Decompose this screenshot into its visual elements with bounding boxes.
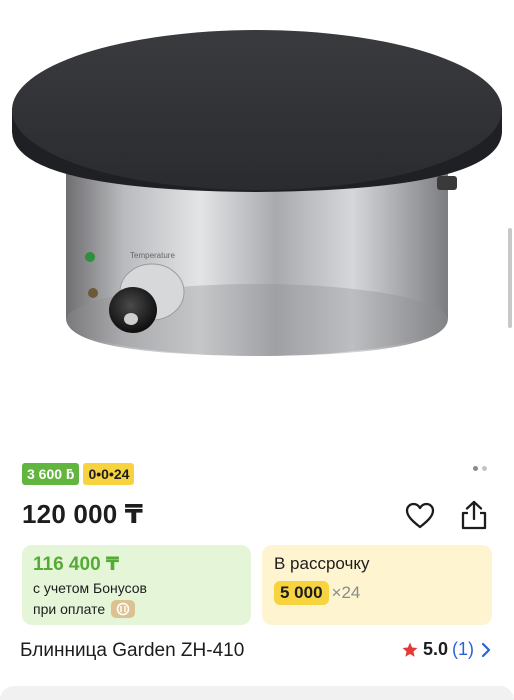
bonus-note: с учетом Бонусов	[33, 580, 147, 596]
bonus-badge: 3 600 ƃ	[22, 463, 80, 485]
share-icon	[461, 500, 487, 530]
svg-text:Temperature: Temperature	[130, 251, 175, 260]
installment-title: В рассрочку	[274, 554, 370, 573]
product-title-row: Блинница Garden ZH-410 5.0 (1)	[20, 637, 494, 665]
payment-note: при оплате	[33, 600, 136, 618]
kaspi-pay-icon	[111, 600, 136, 618]
rating-value: 5.0	[422, 639, 448, 659]
bonus-price: 116 400 ₸	[33, 554, 120, 575]
next-section-edge	[0, 686, 514, 700]
installment-months: ×24	[331, 583, 361, 602]
review-count-link[interactable]: (1)	[452, 639, 474, 660]
crepe-maker-image: Temperature	[12, 30, 502, 356]
product-badges: 3 600 ƃ 0•0•24	[22, 463, 135, 485]
chevron-right-icon[interactable]	[478, 641, 494, 659]
gallery-dot[interactable]	[482, 466, 487, 471]
favorite-button[interactable]	[403, 500, 437, 532]
gallery-pagination[interactable]	[473, 466, 487, 471]
product-title: Блинница Garden ZH-410	[20, 640, 245, 661]
installment-amount: 5 000	[274, 581, 329, 605]
gallery-dot-active[interactable]	[473, 466, 478, 471]
heart-outline-icon	[405, 502, 435, 529]
product-rating[interactable]: 5.0 (1)	[401, 639, 494, 660]
scrollbar-thumb[interactable]	[508, 228, 512, 328]
product-image[interactable]: Temperature	[0, 0, 514, 455]
installment-badge: 0•0•24	[83, 463, 135, 485]
page-scrollbar[interactable]	[508, 0, 512, 330]
payment-note-text: при оплате	[33, 601, 106, 617]
bonus-price-card[interactable]: 116 400 ₸ с учетом Бонусов при оплате	[22, 545, 251, 625]
star-icon	[402, 642, 418, 657]
share-button[interactable]	[457, 498, 491, 532]
installment-card[interactable]: В рассрочку 5 000 ×24	[262, 545, 492, 625]
installment-plan: 5 000 ×24	[274, 581, 360, 605]
product-price: 120 000 ₸	[22, 499, 144, 529]
